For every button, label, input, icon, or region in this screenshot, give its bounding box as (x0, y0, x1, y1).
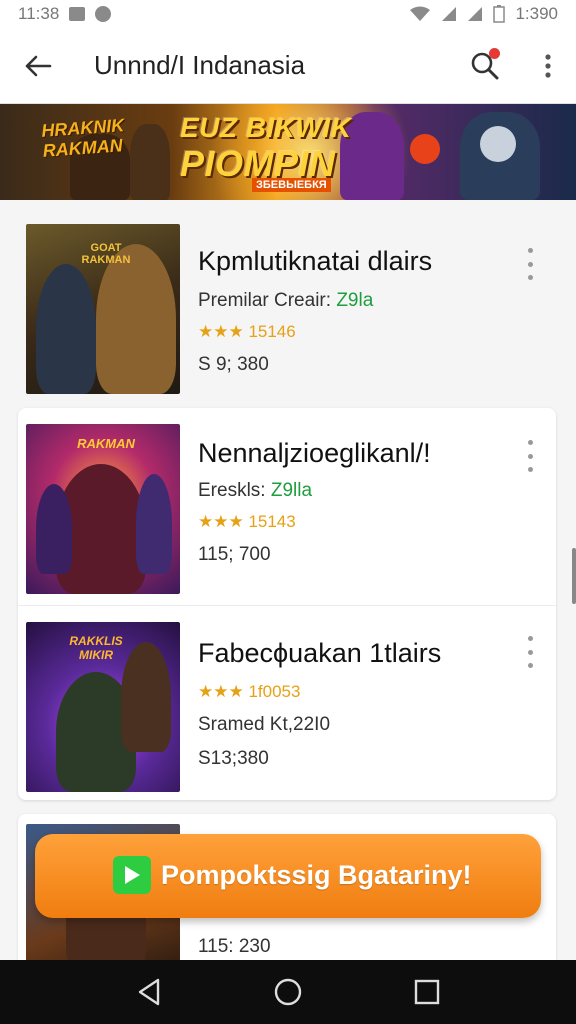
list-item[interactable]: GOAT RAKMAN Kpmlutiknatai dlairs Premila… (18, 208, 556, 398)
list-card: RAKMAN Nennaljzioeglikanl/! Ereskls: Z9l… (18, 408, 556, 800)
item-more-button[interactable] (520, 636, 540, 668)
promo-banner[interactable]: HRAKNIK RAKMAN EUZ BIKWIK PIOMPIN ЗБЕВЫЕ… (0, 104, 576, 200)
play-cta-button[interactable]: Pompoktssig Bgatariny! (35, 834, 541, 918)
status-left: 11:38 (18, 4, 112, 24)
item-rating: ★★★ 1f0053 (198, 682, 301, 701)
nav-home-icon (274, 978, 302, 1006)
item-price: S 9; 380 (198, 354, 269, 375)
thumb-text: RAKKLIS MIKIR (69, 634, 123, 662)
dot (527, 467, 533, 472)
dot (527, 261, 533, 267)
signal-icon (468, 7, 483, 21)
item-price: S13;380 (198, 748, 269, 769)
item-subtitle: Ereskls: Z9lla (198, 480, 312, 502)
nav-recents-button[interactable] (397, 962, 457, 1022)
cta-label: Pompoktssig Bgatariny! (161, 860, 472, 890)
list-item[interactable]: RAKMAN Nennaljzioeglikanl/! Ereskls: Z9l… (18, 408, 556, 598)
list-item[interactable]: RAKKLIS MIKIR Fabecϕuakan 1tlairs ★★★ 1f… (18, 606, 556, 796)
dot (527, 440, 533, 445)
game-thumbnail: RAKKLIS MIKIR (26, 622, 180, 792)
scrollbar[interactable] (572, 548, 576, 604)
banner-subtitle: ЗБЕВЫЕБКЯ (252, 178, 331, 192)
banner-character (130, 124, 170, 200)
back-button[interactable] (0, 28, 76, 104)
notification-circle-icon (95, 6, 112, 22)
nav-back-icon (139, 978, 160, 1006)
back-arrow-icon (25, 55, 52, 76)
item-rating: ★★★ 15146 (198, 322, 296, 341)
item-more-button[interactable] (520, 440, 540, 472)
page-title: Unnnd/I Indanasia (94, 50, 306, 80)
dot (527, 636, 533, 641)
thumb-text: RAKMAN (77, 436, 135, 451)
dot (527, 248, 533, 253)
more-vert-icon (545, 53, 551, 78)
item-subtitle-highlight: Z9la (336, 290, 374, 311)
item-subtitle-highlight: Z9lla (270, 480, 313, 501)
thumb-character (36, 264, 96, 394)
thumb-text: GOAT RAKMAN (81, 242, 131, 266)
banner-left-text: HRAKNIK RAKMAN (41, 115, 127, 161)
status-clock: 1:390 (515, 4, 558, 23)
item-rating: ★★★ 15143 (198, 512, 296, 531)
status-right: 1:390 (409, 4, 558, 24)
game-thumbnail: GOAT RAKMAN (26, 224, 180, 394)
item-title: Nennaljzioeglikanl/! (198, 438, 431, 468)
banner-character (410, 134, 440, 164)
play-icon (113, 856, 151, 894)
more-button[interactable] (520, 28, 576, 104)
banner-title-line1: EUZ BIKWIK (180, 112, 352, 143)
battery-icon (493, 5, 506, 23)
search-badge (489, 47, 500, 59)
wifi-icon (410, 6, 431, 21)
item-title: Fabecϕuakan 1tlairs (198, 638, 442, 668)
nav-home-button[interactable] (258, 962, 318, 1022)
item-subtitle-prefix: Ereskls: (198, 480, 271, 501)
nav-back-button[interactable] (119, 962, 179, 1022)
item-title: Kpmlutiknatai dlairs (198, 246, 433, 276)
status-time: 11:38 (18, 4, 60, 23)
banner-character (480, 126, 516, 162)
thumb-character (36, 484, 72, 574)
thumb-character (96, 244, 176, 394)
thumb-character (136, 474, 172, 574)
dot (527, 453, 533, 459)
notification-box-icon (69, 7, 86, 21)
banner-title-line2: PIOMPIN (180, 143, 336, 184)
game-thumbnail: RAKMAN (26, 424, 180, 594)
dot (527, 663, 533, 668)
nav-recents-icon (414, 979, 439, 1005)
item-subtitle-prefix: Premilar Creair: (198, 290, 337, 311)
item-price: 115; 700 (198, 544, 271, 565)
item-subtitle: Premilar Creair: Z9la (198, 290, 373, 312)
dot (527, 275, 533, 280)
status-bar: 11:38 1:390 (0, 0, 576, 28)
item-more-button[interactable] (520, 248, 540, 280)
item-price: 115: 230 (198, 936, 271, 957)
system-nav-bar (0, 960, 576, 1024)
item-subtitle: Sramed Kt,22I0 (198, 714, 331, 735)
search-button[interactable] (450, 28, 520, 104)
dot (527, 649, 533, 655)
signal-icon (442, 7, 457, 21)
app-bar: Unnnd/I Indanasia (0, 28, 576, 104)
banner-title: EUZ BIKWIK PIOMPIN (180, 110, 351, 182)
